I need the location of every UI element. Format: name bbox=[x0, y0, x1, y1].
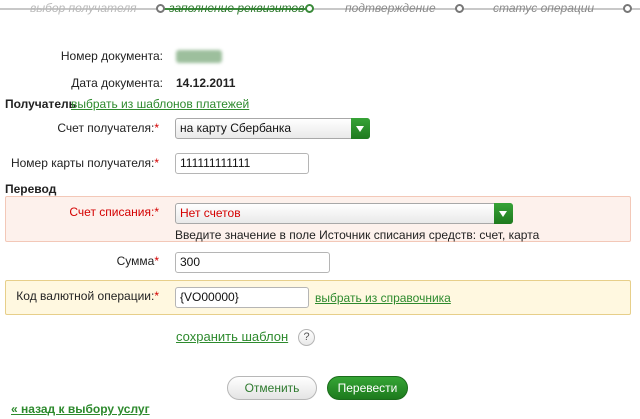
step-dot-1 bbox=[156, 4, 165, 13]
debit-account-label: Счет списания:* bbox=[69, 205, 159, 219]
debit-account-hint: Введите значение в поле Источник списани… bbox=[175, 228, 540, 242]
transfer-section-title: Перевод bbox=[5, 182, 57, 196]
recipient-section-title: Получатель bbox=[5, 97, 76, 111]
step-label-select-recipient: выбор получателя bbox=[30, 1, 137, 15]
chevron-down-icon[interactable] bbox=[351, 118, 370, 139]
debit-account-select-value: Нет счетов bbox=[180, 206, 241, 220]
currency-operation-label: Код валютной операции:* bbox=[16, 289, 159, 303]
directory-link[interactable]: выбрать из справочника bbox=[315, 291, 451, 305]
cancel-button[interactable]: Отменить bbox=[227, 376, 317, 400]
recipient-account-label: Счет получателя:* bbox=[57, 121, 159, 135]
save-template-link[interactable]: сохранить шаблон bbox=[176, 329, 288, 344]
amount-input[interactable]: 300 bbox=[175, 252, 330, 273]
templates-link[interactable]: выбрать из шаблонов платежей bbox=[71, 97, 249, 111]
document-date-label: Дата документа: bbox=[71, 76, 163, 90]
recipient-account-select-value: на карту Сбербанка bbox=[180, 121, 292, 135]
step-dot-4 bbox=[623, 4, 632, 13]
document-date-value: 14.12.2011 bbox=[176, 76, 236, 90]
debit-account-select[interactable]: Нет счетов bbox=[175, 203, 513, 224]
card-number-label: Номер карты получателя:* bbox=[10, 156, 159, 170]
step-dot-3 bbox=[455, 4, 464, 13]
document-number-value-redacted bbox=[176, 50, 222, 63]
help-icon[interactable]: ? bbox=[298, 329, 315, 346]
back-to-services-link[interactable]: « назад к выбору услуг bbox=[11, 402, 150, 416]
chevron-down-icon[interactable] bbox=[494, 203, 513, 224]
step-dot-2 bbox=[305, 4, 314, 13]
step-label-fill-details: заполнение реквизитов bbox=[169, 1, 305, 15]
step-label-confirmation: подтверждение bbox=[345, 1, 436, 15]
step-label-operation-status: статус операции bbox=[493, 1, 595, 15]
currency-operation-input[interactable]: {VO00000} bbox=[175, 287, 309, 308]
card-number-input[interactable]: 111111111111 bbox=[175, 153, 309, 174]
amount-label: Сумма* bbox=[116, 254, 159, 268]
recipient-account-select[interactable]: на карту Сбербанка bbox=[175, 118, 370, 139]
submit-transfer-button[interactable]: Перевести bbox=[327, 376, 408, 400]
document-number-label: Номер документа: bbox=[60, 49, 163, 63]
